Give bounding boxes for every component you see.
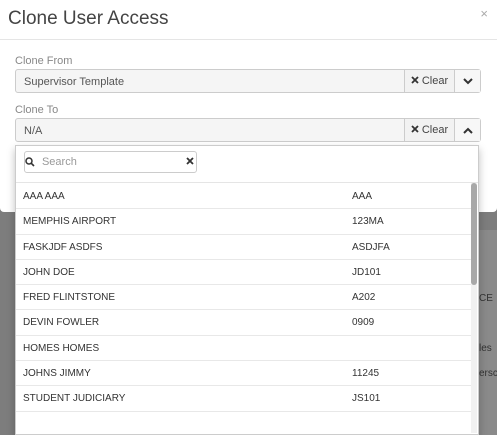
clone-from-value[interactable]: Supervisor Template bbox=[16, 70, 404, 92]
list-item-name: FRED FLINTSTONE bbox=[23, 292, 116, 304]
list-item[interactable]: JOHN DOE JD101 bbox=[16, 260, 472, 286]
list-item[interactable]: JOHNS JIMMY 11245 bbox=[16, 361, 472, 387]
scrollbar-thumb[interactable] bbox=[471, 183, 477, 285]
modal-title: Clone User Access bbox=[8, 8, 169, 29]
list-item-name: JOHN DOE bbox=[23, 266, 75, 278]
clone-from-clear-button[interactable]: Clear bbox=[404, 70, 454, 92]
clone-from-select[interactable]: Supervisor Template Clear bbox=[15, 69, 481, 93]
times-icon bbox=[411, 75, 419, 87]
chevron-up-icon bbox=[462, 121, 473, 139]
list-item-name: FASKJDF ASDFS bbox=[23, 241, 103, 253]
dropdown-list: AAA AAA AAA MEMPHIS AIRPORT 123MA FASKJDF AS… bbox=[16, 184, 472, 412]
list-item-code: A202 bbox=[352, 292, 376, 304]
search-icon bbox=[25, 157, 36, 167]
close-icon[interactable]: × bbox=[480, 6, 488, 21]
background-text-fragment: CE bbox=[479, 293, 493, 304]
dropdown-scrollbar[interactable] bbox=[471, 183, 477, 433]
list-item[interactable]: DEVIN FOWLER 0909 bbox=[16, 310, 472, 336]
list-item-code: JD101 bbox=[352, 266, 381, 278]
times-icon bbox=[411, 124, 419, 136]
list-item-code: ASDJFA bbox=[352, 241, 390, 253]
list-item-code: JS101 bbox=[352, 393, 381, 405]
dropdown-search bbox=[24, 151, 197, 173]
list-item[interactable]: STUDENT JUDICIARY JS101 bbox=[16, 386, 472, 412]
clone-to-dropdown: AAA AAA AAA MEMPHIS AIRPORT 123MA FASKJDF AS… bbox=[15, 145, 479, 435]
list-item-name: AAA AAA bbox=[23, 191, 65, 202]
clone-to-label: Clone To bbox=[15, 104, 59, 116]
list-item-code: 123MA bbox=[352, 216, 384, 228]
list-item-code: AAA bbox=[352, 191, 373, 202]
list-item-name: STUDENT JUDICIARY bbox=[23, 393, 126, 405]
search-clear-icon[interactable] bbox=[184, 156, 196, 168]
clone-to-select[interactable]: N/A Clear bbox=[15, 118, 481, 142]
clone-to-value[interactable]: N/A bbox=[16, 119, 404, 141]
clone-to-clear-button[interactable]: Clear bbox=[404, 119, 454, 141]
list-item-name: DEVIN FOWLER bbox=[23, 317, 100, 329]
chevron-down-icon bbox=[462, 72, 473, 90]
list-item-name: HOMES HOMES bbox=[23, 342, 100, 354]
modal-header: Clone User Access × bbox=[0, 0, 497, 40]
search-input[interactable] bbox=[35, 156, 184, 168]
clear-label: Clear bbox=[421, 124, 449, 136]
list-item-name: JOHNS JIMMY bbox=[23, 368, 91, 380]
list-item[interactable]: HOMES HOMES bbox=[16, 336, 472, 362]
clear-label: Clear bbox=[421, 75, 449, 87]
list-item[interactable]: AAA AAA AAA bbox=[16, 184, 472, 210]
background-text-fragment: ersc bbox=[479, 368, 497, 379]
list-item[interactable]: MEMPHIS AIRPORT 123MA bbox=[16, 209, 472, 235]
clone-from-label: Clone From bbox=[15, 55, 73, 67]
list-item[interactable]: FRED FLINTSTONE A202 bbox=[16, 285, 472, 311]
background-text-fragment: les bbox=[479, 343, 492, 354]
list-item[interactable]: FASKJDF ASDFS ASDJFA bbox=[16, 235, 472, 260]
list-item-code: 0909 bbox=[352, 317, 375, 329]
list-item-code: 11245 bbox=[352, 368, 380, 380]
clone-to-toggle-button[interactable] bbox=[454, 119, 480, 141]
divider bbox=[16, 182, 478, 183]
clone-from-toggle-button[interactable] bbox=[454, 70, 480, 92]
background-column bbox=[478, 230, 497, 435]
list-item-name: MEMPHIS AIRPORT bbox=[23, 216, 117, 228]
